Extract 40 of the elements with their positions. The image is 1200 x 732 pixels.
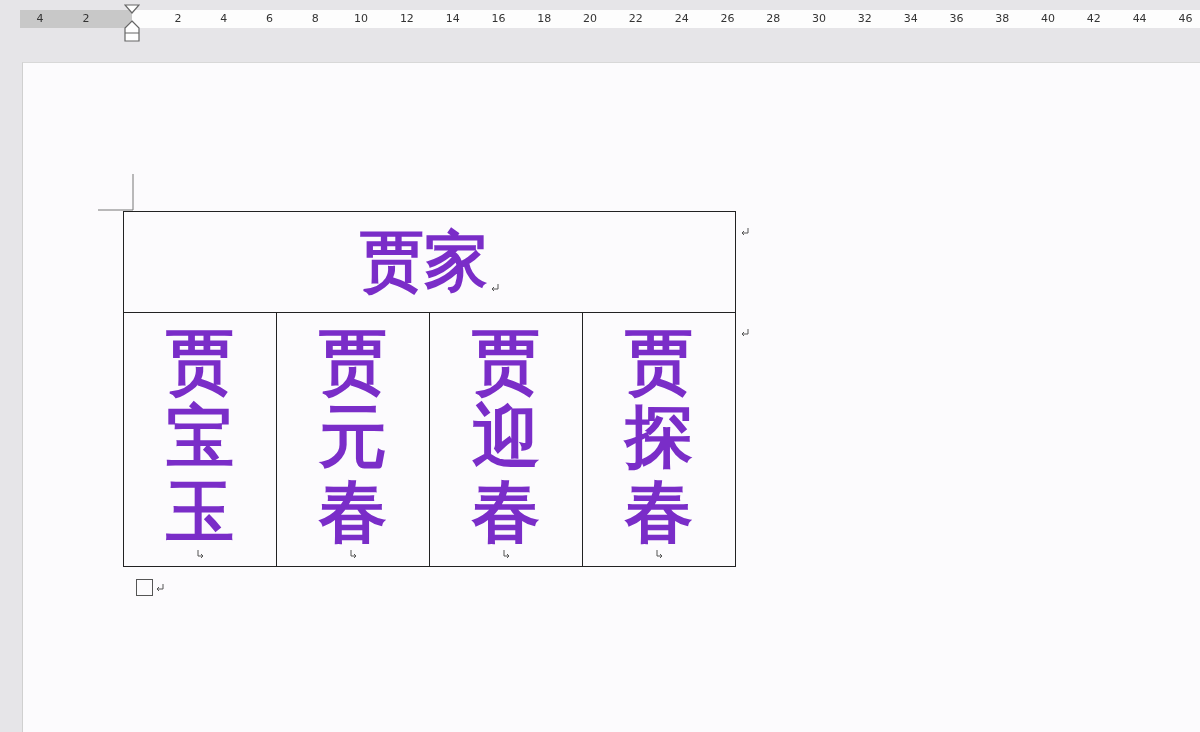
ruler-number: 46 (1177, 11, 1194, 27)
ruler-number: 14 (444, 11, 461, 27)
ruler-number: 38 (994, 11, 1011, 27)
cell-mark-icon (654, 549, 664, 560)
paragraph-mark-icon (155, 582, 165, 593)
ruler-number: 26 (719, 11, 736, 27)
ruler-number: 8 (310, 11, 320, 27)
ruler-number: 22 (627, 11, 644, 27)
ruler-number: 4 (35, 11, 45, 27)
ruler-number: 12 (398, 11, 415, 27)
ruler-number: 36 (948, 11, 965, 27)
ruler-number: 24 (673, 11, 690, 27)
ruler-number: 2 (81, 11, 91, 27)
paragraph-mark-icon (740, 328, 750, 338)
cell-mark-icon (501, 549, 511, 560)
person-name: 贾迎春 (472, 325, 540, 550)
person-name: 贾元春 (319, 325, 387, 550)
ruler-number: 32 (856, 11, 873, 27)
paragraph-mark-icon (489, 283, 500, 293)
ruler-number: 10 (353, 11, 370, 27)
square-icon (136, 579, 153, 596)
ruler-number: 30 (811, 11, 828, 27)
indent-marker-icon[interactable] (124, 4, 140, 42)
ruler-number: 2 (173, 11, 183, 27)
cell-mark-icon (348, 549, 358, 560)
ruler-number: 18 (536, 11, 553, 27)
ruler-number: 42 (1085, 11, 1102, 27)
person-name: 贾宝玉 (166, 325, 234, 550)
crop-mark-icon (98, 174, 134, 211)
ruler-number: 34 (902, 11, 919, 27)
cell-mark-icon (195, 549, 205, 560)
ruler-number: 44 (1131, 11, 1148, 27)
ruler-number: 4 (219, 11, 229, 27)
ruler-number: 20 (582, 11, 599, 27)
ruler-number: 6 (265, 11, 274, 27)
paragraph-mark-icon (740, 227, 750, 237)
ruler-number: 28 (765, 11, 782, 27)
person-name: 贾探春 (625, 325, 693, 550)
ruler-number: 16 (490, 11, 507, 27)
ruler-number: 40 (1040, 11, 1057, 27)
